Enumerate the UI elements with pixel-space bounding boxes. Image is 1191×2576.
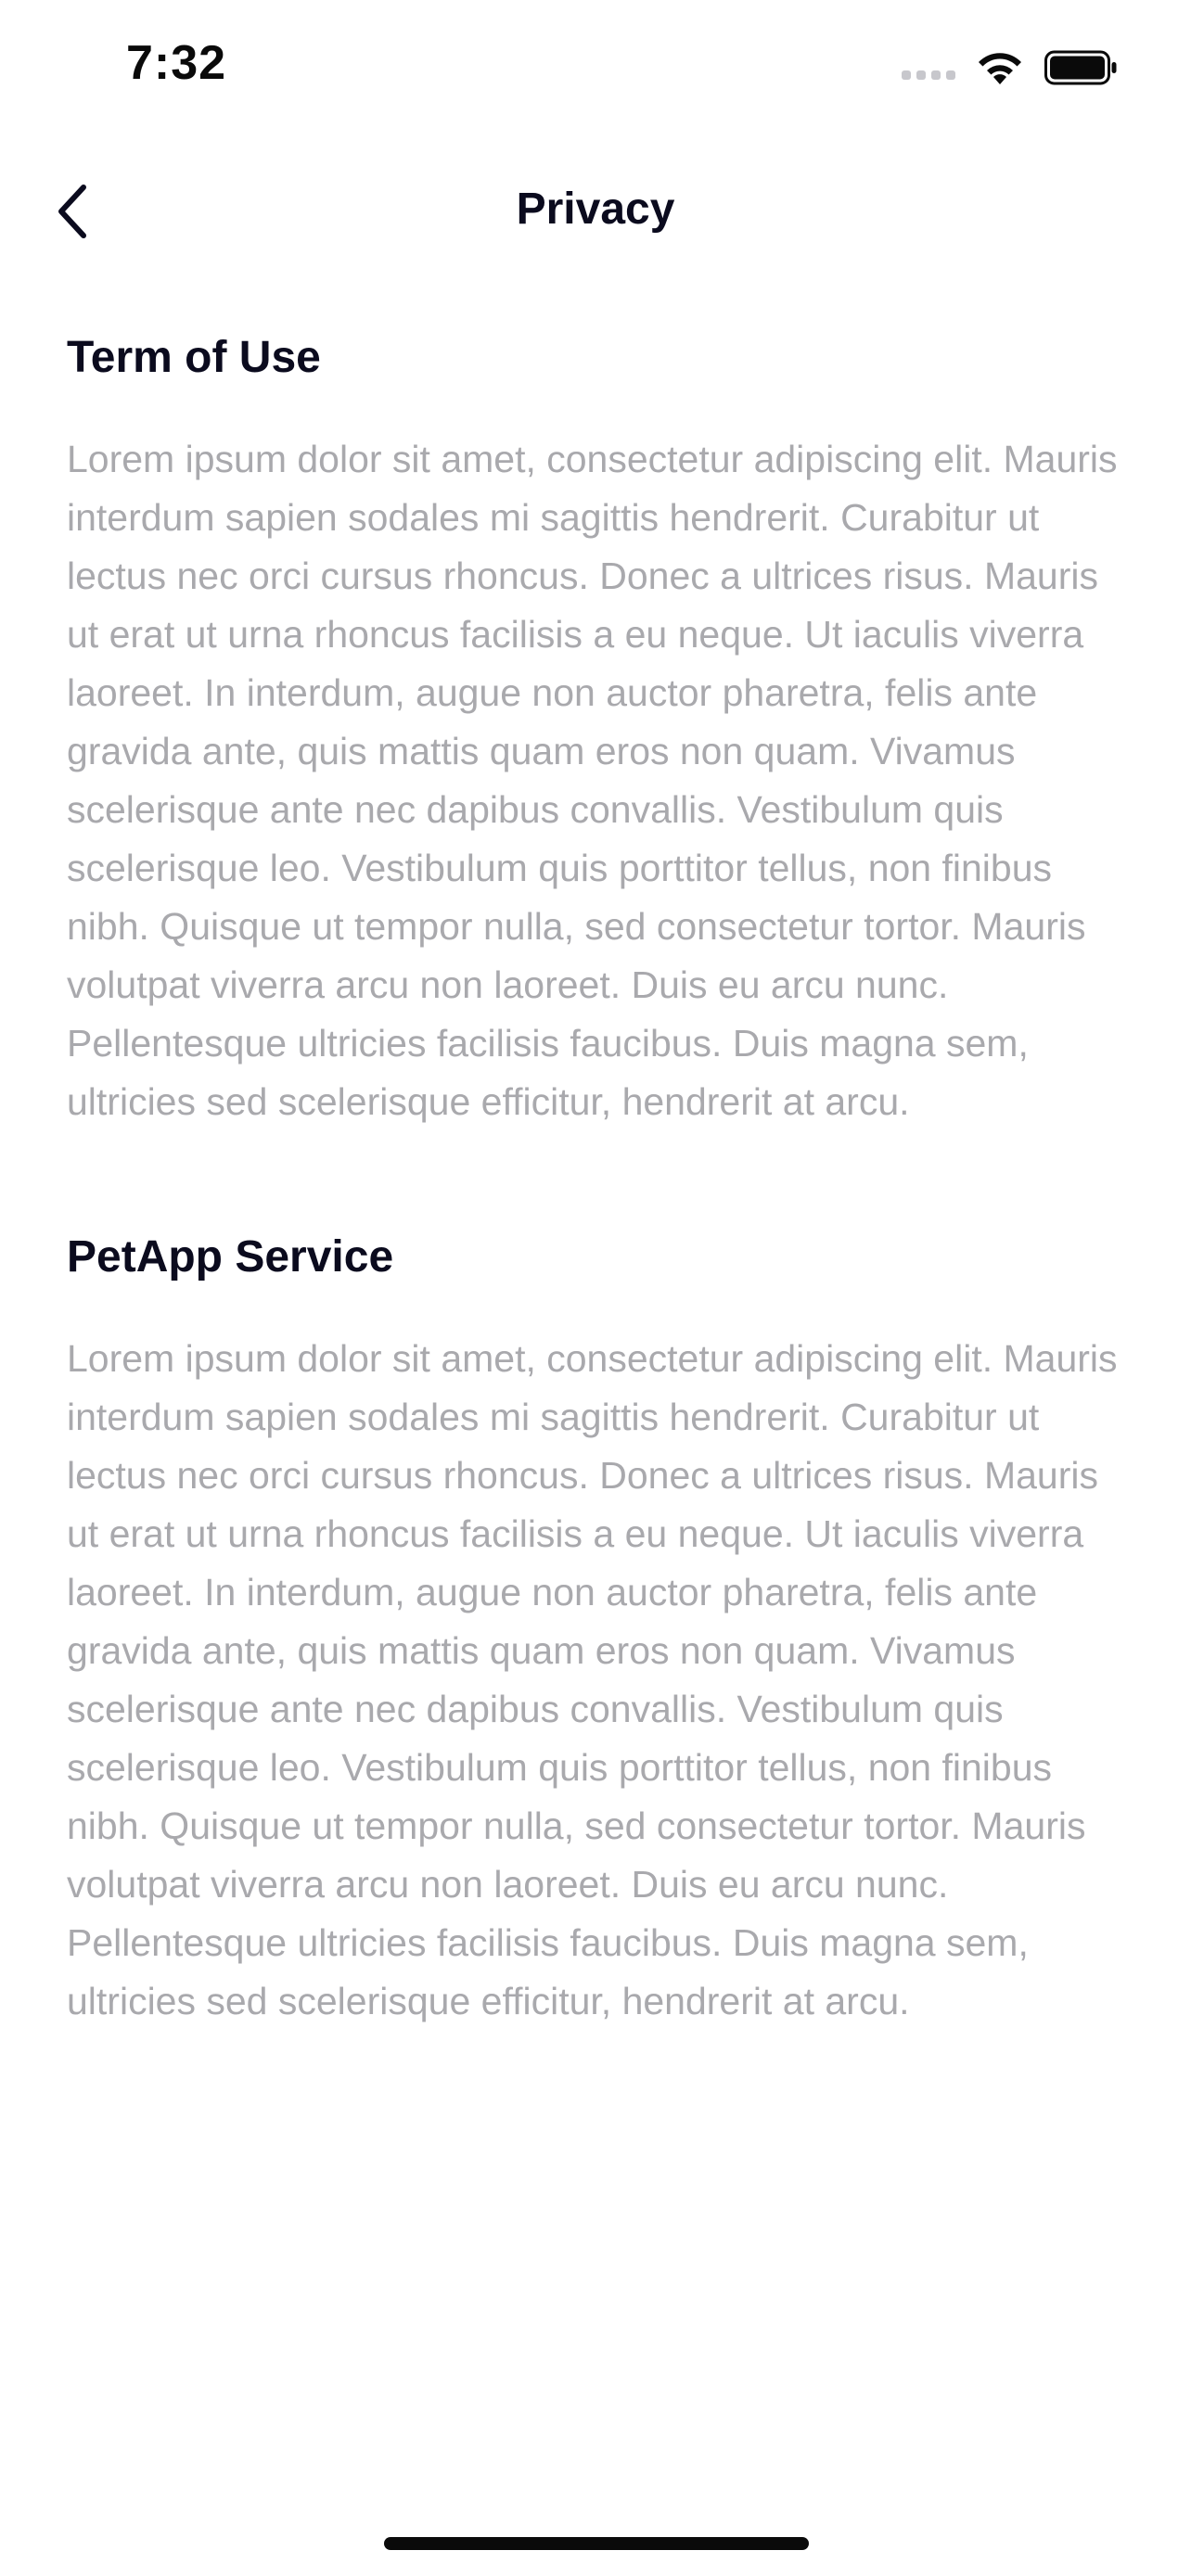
section-title: Term of Use bbox=[67, 333, 321, 382]
wifi-icon bbox=[979, 53, 1021, 84]
home-indicator[interactable] bbox=[384, 2537, 809, 2550]
nav-bar: Privacy bbox=[0, 156, 1191, 267]
section-title: PetApp Service bbox=[67, 1232, 394, 1282]
content: Term of Use Lorem ipsum dolor sit amet, … bbox=[67, 325, 1133, 2031]
status-time: 7:32 bbox=[126, 36, 227, 90]
section-body: Lorem ipsum dolor sit amet, consectetur … bbox=[67, 1337, 1118, 2022]
status-icons bbox=[902, 45, 1119, 91]
page-title: Privacy bbox=[516, 185, 675, 234]
section-body: Lorem ipsum dolor sit amet, consectetur … bbox=[67, 438, 1118, 1123]
status-bar: 7:32 bbox=[0, 0, 1191, 139]
section-term-of-use: Term of Use Lorem ipsum dolor sit amet, … bbox=[67, 325, 1133, 1131]
section-petapp-service: PetApp Service Lorem ipsum dolor sit ame… bbox=[67, 1224, 1133, 2031]
battery-icon bbox=[1044, 50, 1117, 85]
signal-icon bbox=[902, 56, 955, 80]
